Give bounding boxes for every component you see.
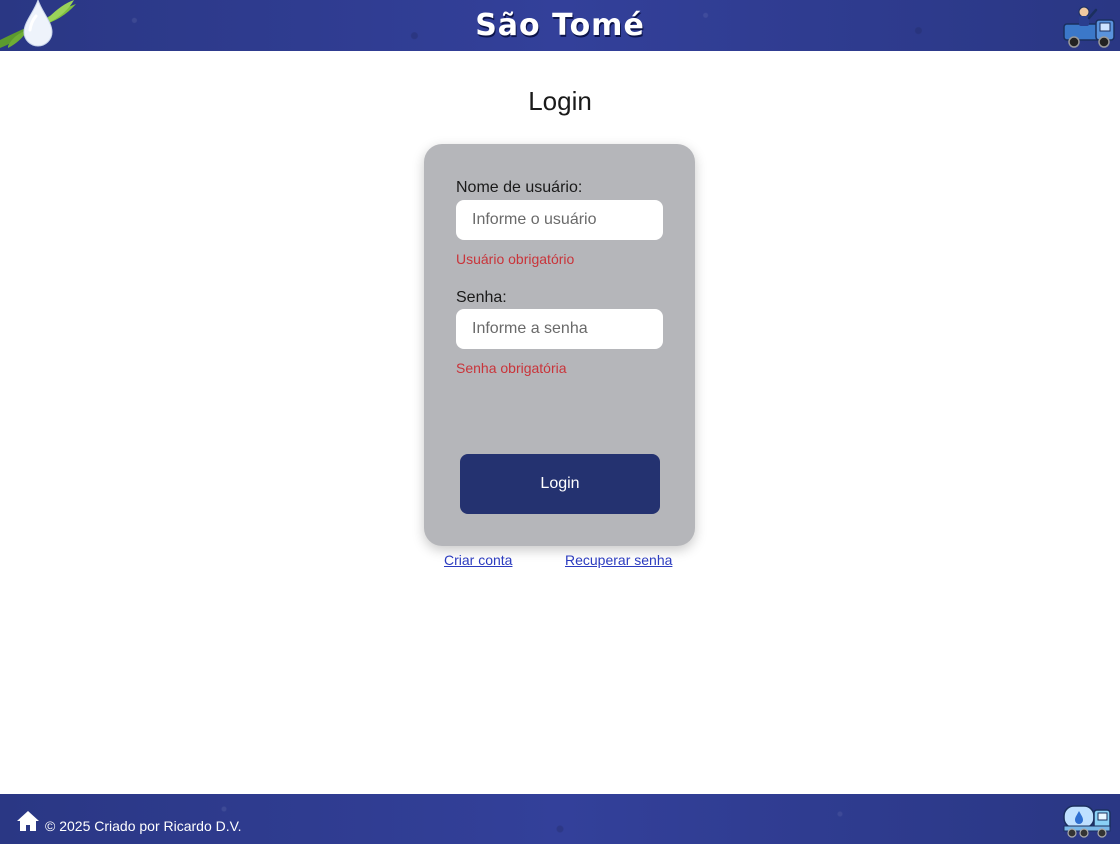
password-error: Senha obrigatória <box>456 360 567 376</box>
username-error: Usuário obrigatório <box>456 251 575 267</box>
home-icon[interactable] <box>16 810 40 832</box>
page-title: Login <box>528 86 592 116</box>
login-card: Nome de usuário: Usuário obrigatório Sen… <box>424 144 695 546</box>
app-footer: © 2025 Criado por Ricardo D.V. <box>0 794 1120 844</box>
username-label: Nome de usuário: <box>456 179 583 196</box>
create-account-link[interactable]: Criar conta <box>444 552 512 568</box>
brand-title: São Tomé <box>475 8 645 43</box>
water-truck-driver-icon <box>1063 6 1115 48</box>
password-input[interactable] <box>456 309 663 349</box>
water-tank-truck-icon <box>1063 805 1111 838</box>
recover-password-link[interactable]: Recuperar senha <box>565 552 672 568</box>
footer-copyright: © 2025 Criado por Ricardo D.V. <box>45 818 242 834</box>
login-button[interactable]: Login <box>460 454 660 514</box>
password-label: Senha: <box>456 289 507 306</box>
app-header: São Tomé <box>0 0 1120 51</box>
username-input[interactable] <box>456 200 663 240</box>
